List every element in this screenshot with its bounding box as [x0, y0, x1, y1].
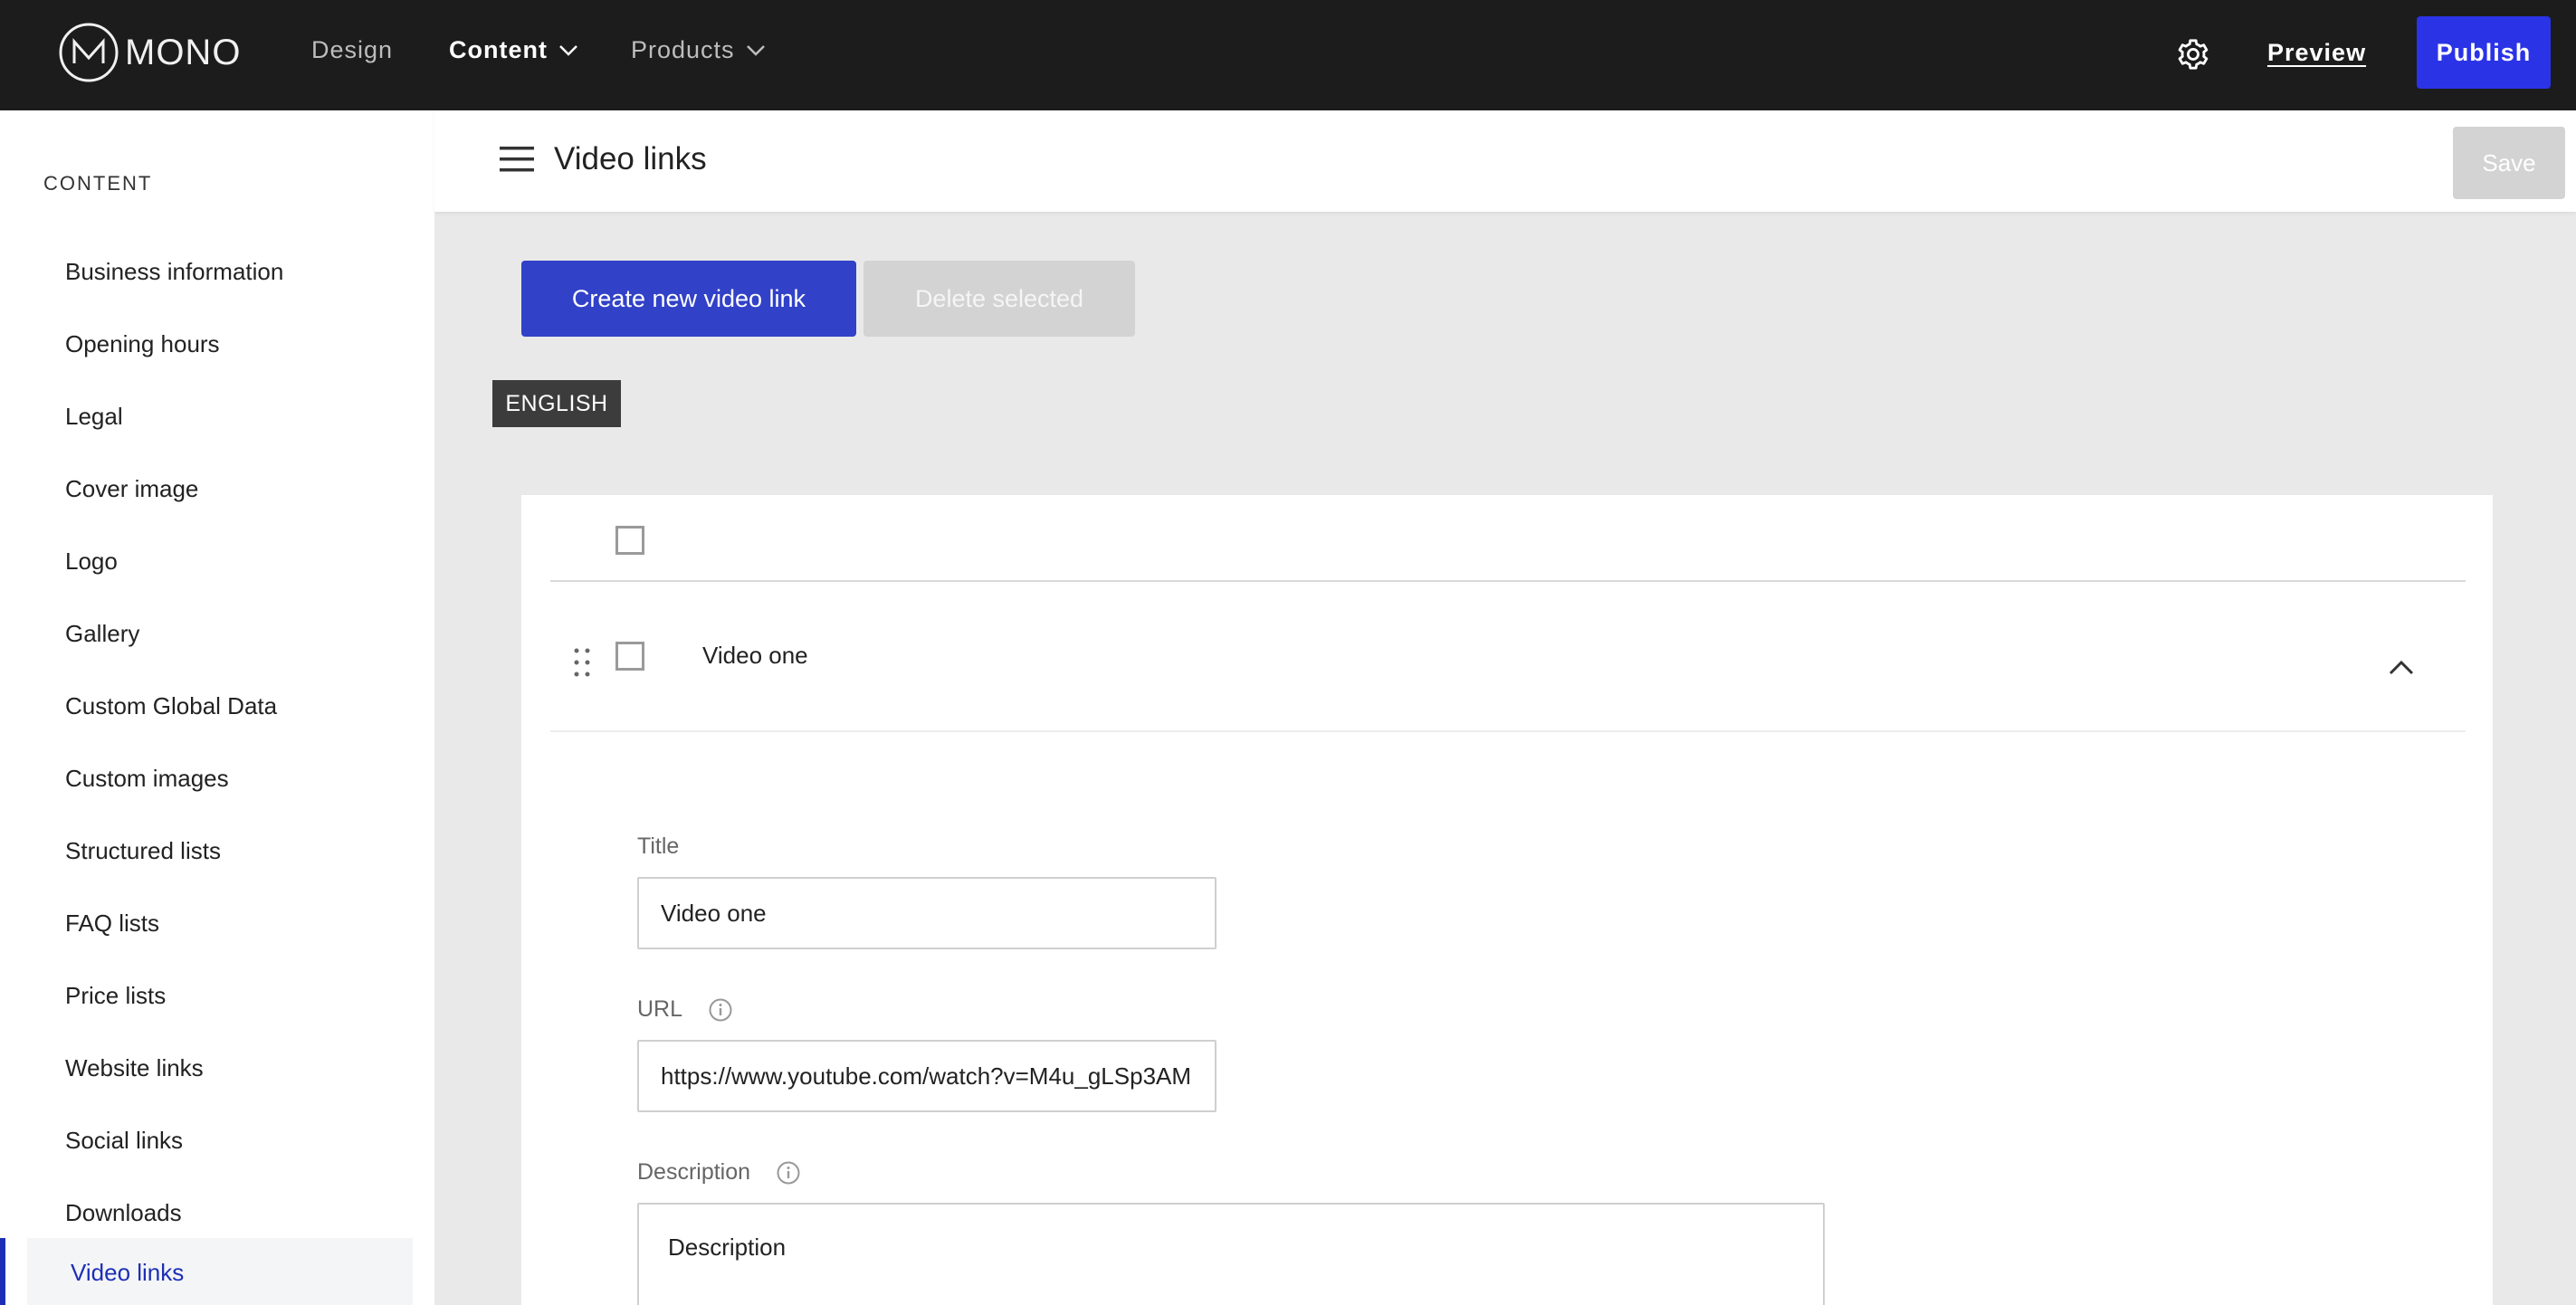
preview-link[interactable]: Preview — [2267, 39, 2366, 67]
nav-content[interactable]: Content — [449, 36, 578, 64]
url-field-label: URL — [637, 996, 733, 1023]
description-field-label: Description — [637, 1159, 801, 1186]
nav-products[interactable]: Products — [631, 36, 766, 64]
sidebar-item-business-information[interactable]: Business information — [27, 237, 413, 306]
language-tab-english[interactable]: ENGLISH — [492, 380, 621, 427]
hamburger-menu-icon[interactable] — [500, 145, 534, 174]
sidebar-heading: CONTENT — [43, 172, 153, 195]
select-all-checkbox[interactable] — [615, 526, 644, 555]
nav-content-label: Content — [449, 36, 548, 63]
save-button[interactable]: Save — [2453, 127, 2565, 199]
nav-design-label: Design — [311, 36, 394, 63]
sidebar-item-downloads[interactable]: Downloads — [27, 1178, 413, 1247]
sidebar-active-indicator — [0, 1238, 5, 1305]
info-icon[interactable] — [708, 997, 733, 1023]
nav-products-label: Products — [631, 36, 735, 63]
row-divider — [550, 730, 2466, 732]
title-input[interactable] — [637, 877, 1216, 949]
url-input[interactable] — [637, 1040, 1216, 1112]
drag-handle-icon[interactable] — [572, 647, 592, 678]
sidebar-item-custom-images[interactable]: Custom images — [27, 744, 413, 813]
sidebar-item-gallery[interactable]: Gallery — [27, 599, 413, 668]
delete-selected-button[interactable]: Delete selected — [863, 261, 1135, 337]
sidebar-item-website-links[interactable]: Website links — [27, 1034, 413, 1102]
header-divider — [550, 580, 2466, 582]
chevron-up-icon[interactable] — [2388, 658, 2415, 676]
sidebar-item-custom-global-data[interactable]: Custom Global Data — [27, 672, 413, 740]
video-row-title[interactable]: Video one — [702, 642, 808, 670]
sidebar-item-cover-image[interactable]: Cover image — [27, 454, 413, 523]
chevron-down-icon — [746, 44, 765, 56]
sidebar-item-legal[interactable]: Legal — [27, 382, 413, 451]
sidebar: CONTENT Business information Opening hou… — [0, 110, 434, 1305]
description-textarea[interactable]: Description — [637, 1203, 1825, 1305]
video-links-card: Video one Title URL Description Descript… — [521, 495, 2493, 1305]
title-label-text: Title — [637, 833, 680, 859]
chevron-down-icon — [559, 44, 577, 56]
logo[interactable]: MONO — [58, 22, 241, 83]
video-row-checkbox[interactable] — [615, 642, 644, 671]
sidebar-item-structured-lists[interactable]: Structured lists — [27, 816, 413, 885]
sidebar-item-price-lists[interactable]: Price lists — [27, 961, 413, 1030]
sidebar-item-logo[interactable]: Logo — [27, 527, 413, 595]
url-label-text: URL — [637, 996, 683, 1022]
gear-icon[interactable] — [2176, 37, 2210, 71]
title-field-label: Title — [637, 833, 679, 860]
sidebar-item-social-links[interactable]: Social links — [27, 1106, 413, 1175]
description-label-text: Description — [637, 1159, 751, 1185]
top-bar: MONO Design Content Products Preview Pub… — [0, 0, 2576, 110]
logo-text: MONO — [125, 32, 242, 72]
info-icon[interactable] — [776, 1160, 801, 1186]
sidebar-item-video-links[interactable]: Video links — [27, 1238, 413, 1305]
page-title: Video links — [554, 141, 707, 176]
sidebar-item-faq-lists[interactable]: FAQ lists — [27, 889, 413, 957]
publish-button[interactable]: Publish — [2417, 16, 2551, 89]
page-header: Video links Save — [434, 110, 2576, 212]
nav-design[interactable]: Design — [311, 36, 393, 64]
mono-logo-icon — [59, 23, 119, 82]
sidebar-item-opening-hours[interactable]: Opening hours — [27, 310, 413, 378]
create-new-video-link-button[interactable]: Create new video link — [521, 261, 856, 337]
